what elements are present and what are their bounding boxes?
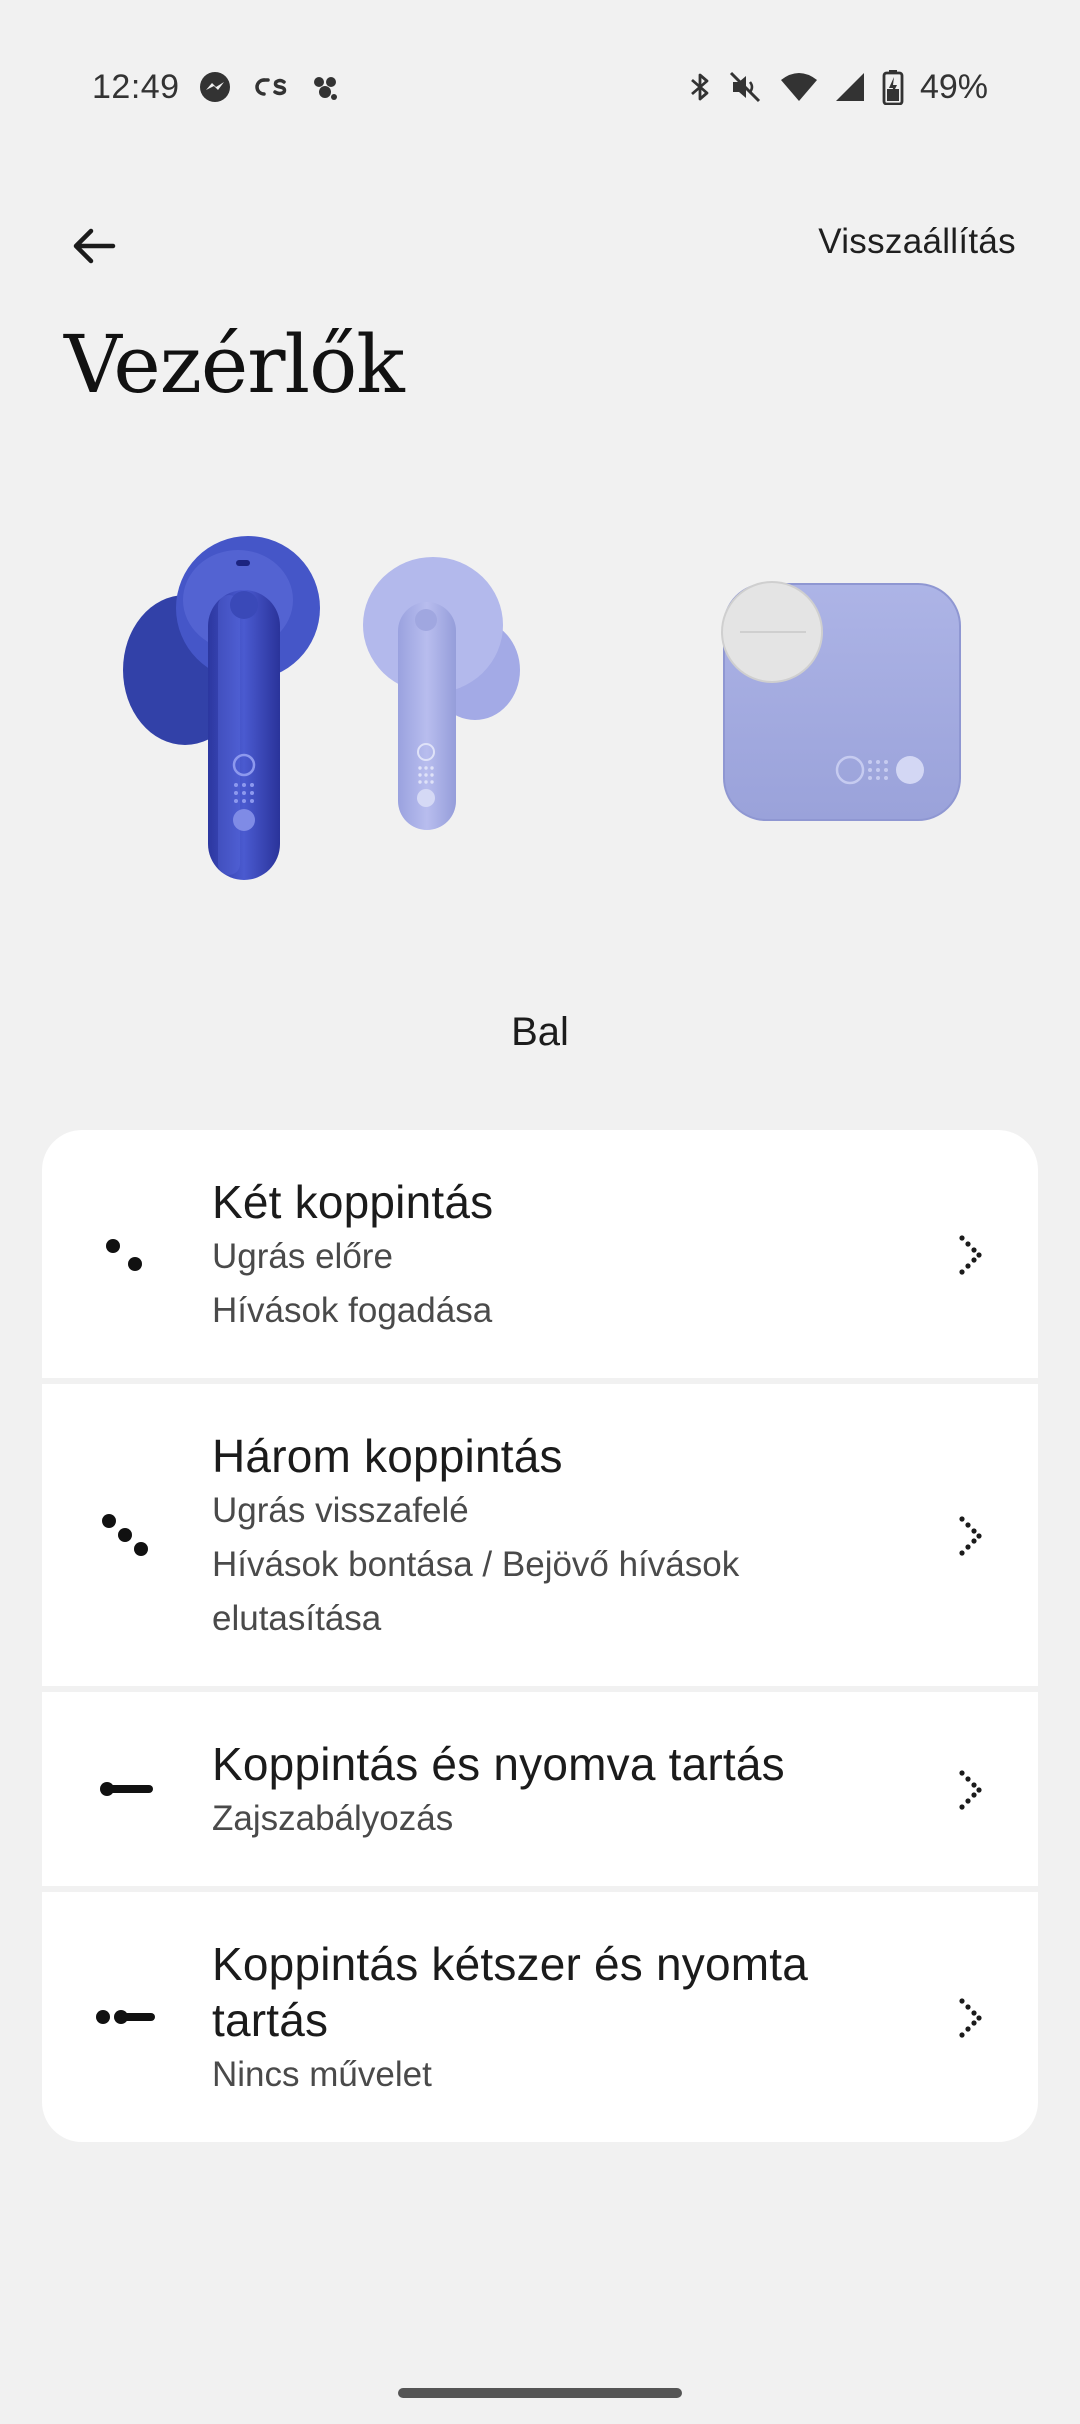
control-item-subtitle: Ugrás visszafelé	[212, 1491, 469, 1530]
bluetooth-icon	[688, 70, 712, 104]
gesture-nav-handle[interactable]	[398, 2388, 682, 2398]
status-bar: 12:49 49%	[0, 62, 1080, 112]
chevron-right-icon	[950, 1510, 990, 1560]
reset-button[interactable]: Visszaállítás	[818, 222, 1016, 262]
control-item-subtitle: Hívások fogadása	[212, 1291, 493, 1330]
wifi-icon	[780, 71, 818, 103]
chevron-right-icon	[950, 1992, 990, 2042]
chevron-right-icon	[950, 1764, 990, 1814]
back-button[interactable]	[58, 210, 130, 282]
arrow-left-icon	[73, 228, 116, 264]
triple-tap-icon	[92, 1500, 162, 1570]
control-item-title: Koppintás kétszer és nyomta tartás	[212, 1938, 809, 2046]
control-item-text: Három koppintás Ugrás visszafelé Hívások…	[212, 1384, 892, 1686]
os-icon	[250, 72, 290, 102]
control-item-subtitle: Zajszabályozás	[212, 1799, 454, 1838]
selected-side-label: Bal	[511, 1010, 569, 1054]
status-right: 49%	[688, 62, 988, 112]
left-earbud[interactable]	[123, 536, 320, 880]
control-item-double-tap-and-hold[interactable]: Koppintás kétszer és nyomta tartás Nincs…	[42, 1892, 1038, 2142]
messenger-icon	[198, 70, 232, 104]
control-item-subtitle: Ugrás előre	[212, 1237, 393, 1276]
double-tap-icon	[92, 1219, 162, 1289]
control-item-title: Három koppintás	[212, 1430, 563, 1482]
status-left: 12:49	[92, 62, 342, 112]
double-tap-and-hold-icon	[92, 1982, 162, 2052]
battery-percentage: 49%	[919, 67, 988, 106]
control-item-subtitle: Hívások bontása / Bejövő hívások elutasí…	[212, 1545, 740, 1638]
control-item-title: Koppintás és nyomva tartás	[212, 1738, 785, 1790]
control-item-double-tap[interactable]: Két koppintás Ugrás előre Hívások fogadá…	[42, 1130, 1038, 1378]
status-time: 12:49	[92, 67, 180, 106]
charging-case[interactable]	[721, 581, 961, 821]
mute-icon	[728, 70, 764, 104]
control-item-title: Két koppintás	[212, 1176, 494, 1228]
control-item-text: Koppintás és nyomva tartás Zajszabályozá…	[212, 1692, 892, 1886]
control-item-subtitle: Nincs művelet	[212, 2055, 432, 2094]
right-earbud[interactable]	[363, 557, 520, 830]
signal-icon	[834, 71, 866, 103]
battery-icon	[882, 69, 904, 105]
control-item-tap-and-hold[interactable]: Koppintás és nyomva tartás Zajszabályozá…	[42, 1692, 1038, 1886]
controls-list: Két koppintás Ugrás előre Hívások fogadá…	[42, 1130, 1038, 2142]
page-title: Vezérlők	[64, 318, 405, 411]
device-illustration	[0, 520, 1080, 880]
chevron-right-icon	[950, 1229, 990, 1279]
control-item-text: Két koppintás Ugrás előre Hívások fogadá…	[212, 1130, 892, 1378]
control-item-triple-tap[interactable]: Három koppintás Ugrás visszafelé Hívások…	[42, 1384, 1038, 1686]
control-item-text: Koppintás kétszer és nyomta tartás Nincs…	[212, 1892, 892, 2142]
tap-and-hold-icon	[92, 1754, 162, 1824]
app-icon	[308, 70, 342, 104]
